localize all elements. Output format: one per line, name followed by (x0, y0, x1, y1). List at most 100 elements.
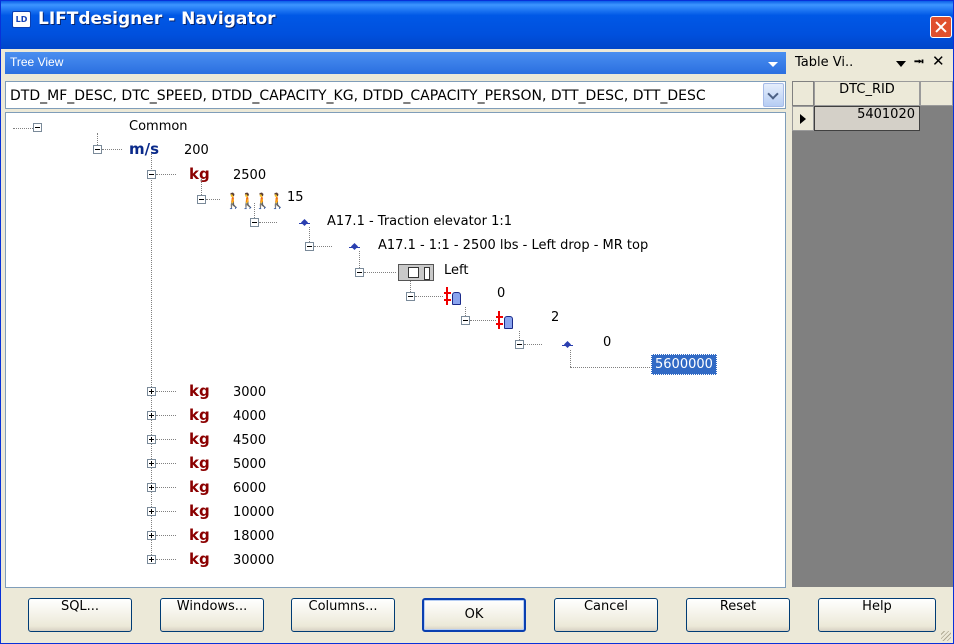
ok-button[interactable]: OK (422, 598, 526, 632)
tree-node-capacity[interactable]: 4500 (233, 433, 266, 448)
pin-icon[interactable]: ⭲ (914, 53, 924, 75)
tree-node-capacity[interactable]: 3000 (233, 385, 266, 400)
fields-value: DTD_MF_DESC, DTC_SPEED, DTDD_CAPACITY_KG… (10, 88, 706, 104)
speed-unit-label: m/s (129, 140, 160, 158)
door-icon (398, 264, 434, 281)
window-title: LIFTdesigner - Navigator (38, 9, 276, 29)
cancel-button[interactable]: Cancel (554, 598, 658, 632)
tree-node-speed[interactable]: 200 (184, 143, 209, 158)
expand-icon[interactable] (147, 531, 156, 540)
tree-line (309, 227, 310, 242)
tree-line (156, 391, 176, 392)
collapse-icon[interactable] (33, 123, 42, 132)
resize-grip-icon[interactable] (941, 631, 951, 641)
tree-line (156, 174, 176, 175)
collapse-icon[interactable] (93, 145, 102, 154)
tree-line (206, 199, 220, 200)
tree-node-level-b[interactable]: 2 (551, 310, 559, 325)
table-grid[interactable]: DTC_RID 5401020 (792, 81, 953, 587)
capacity-unit-label: kg (189, 165, 210, 183)
tree-line (156, 415, 176, 416)
tree-view-header[interactable]: Tree View (5, 52, 786, 74)
tree-line (524, 344, 542, 345)
table-view-header[interactable]: Table Vi.. ⭲ ✕ (793, 52, 953, 74)
collapse-icon[interactable] (250, 218, 259, 227)
capacity-unit-label: kg (189, 382, 210, 400)
tree-line (410, 281, 411, 292)
table-cell[interactable]: 5401020 (814, 106, 920, 131)
collapse-icon[interactable] (147, 170, 156, 179)
tree-node-level-c[interactable]: 0 (603, 335, 611, 350)
tree-node-common[interactable]: Common (129, 119, 188, 134)
tree-node-level-a[interactable]: 0 (497, 286, 505, 301)
collapse-icon[interactable] (406, 292, 415, 301)
capacity-unit-label: kg (189, 478, 210, 496)
tree-line (156, 439, 176, 440)
elevator-car-icon (444, 287, 462, 307)
tree-node-type-2[interactable]: A17.1 - 1:1 - 2500 lbs - Left drop - MR … (378, 238, 648, 253)
tree-node-persons[interactable]: 15 (287, 190, 304, 205)
tree-view[interactable]: Common m/s 200 kg 2500 🚶🚶🚶🚶 15 A17.1 - T… (5, 112, 786, 588)
capacity-unit-label: kg (189, 430, 210, 448)
expand-icon[interactable] (147, 507, 156, 516)
tree-line (156, 487, 176, 488)
sql-button[interactable]: SQL... (28, 598, 132, 632)
tree-line (254, 203, 255, 218)
tree-line (156, 559, 176, 560)
fields-combobox[interactable]: DTD_MF_DESC, DTC_SPEED, DTDD_CAPACITY_KG… (5, 81, 786, 109)
elevator-car-icon (496, 311, 514, 331)
chevron-down-icon[interactable] (763, 83, 784, 107)
capacity-unit-label: kg (189, 550, 210, 568)
column-header-dtc-rid[interactable]: DTC_RID (814, 81, 920, 106)
current-row-icon (800, 114, 806, 124)
tree-line (102, 149, 122, 150)
tree-line (156, 535, 176, 536)
expand-icon[interactable] (147, 387, 156, 396)
collapse-icon[interactable] (515, 340, 524, 349)
expand-icon[interactable] (147, 483, 156, 492)
tree-node-capacity-2500[interactable]: 2500 (233, 168, 266, 183)
expand-icon[interactable] (147, 459, 156, 468)
collapse-icon[interactable] (305, 242, 314, 251)
tree-line (570, 367, 650, 368)
tree-node-capacity[interactable]: 10000 (233, 505, 274, 520)
tree-node-capacity[interactable]: 4000 (233, 409, 266, 424)
tree-node-door[interactable]: Left (444, 263, 468, 278)
tree-line (470, 320, 496, 321)
tree-line (519, 331, 520, 340)
collapse-icon[interactable] (461, 316, 470, 325)
collapse-icon[interactable] (197, 195, 206, 204)
tree-node-capacity[interactable]: 30000 (233, 553, 274, 568)
close-icon[interactable] (930, 16, 952, 38)
title-bar[interactable]: LD LIFTdesigner - Navigator (1, 1, 953, 49)
dropdown-arrow-icon[interactable] (768, 62, 778, 67)
column-header-blank (920, 81, 953, 106)
capacity-unit-label: kg (189, 454, 210, 472)
tree-line (314, 246, 332, 247)
close-icon[interactable]: ✕ (932, 52, 945, 70)
tree-line (156, 463, 176, 464)
tree-line (97, 133, 98, 145)
expand-icon[interactable] (147, 411, 156, 420)
expand-icon[interactable] (147, 555, 156, 564)
reset-button[interactable]: Reset (686, 598, 790, 632)
columns-button[interactable]: Columns... (291, 598, 395, 632)
tree-node-selected[interactable]: 5600000 (651, 354, 717, 375)
help-button[interactable]: Help (818, 598, 936, 632)
windows-button[interactable]: Windows... (160, 598, 264, 632)
tree-node-capacity[interactable]: 6000 (233, 481, 266, 496)
collapse-icon[interactable] (355, 268, 364, 277)
expand-icon[interactable] (147, 435, 156, 444)
capacity-unit-label: kg (189, 406, 210, 424)
tree-line (415, 296, 443, 297)
row-header[interactable] (792, 106, 814, 131)
tree-line (465, 307, 466, 316)
dropdown-arrow-icon[interactable] (896, 61, 906, 67)
tree-node-capacity[interactable]: 5000 (233, 457, 266, 472)
navigator-window: LD LIFTdesigner - Navigator Tree View DT… (0, 0, 954, 644)
tree-line (259, 222, 277, 223)
tree-node-capacity[interactable]: 18000 (233, 529, 274, 544)
tree-line (570, 350, 571, 367)
tree-node-type-1[interactable]: A17.1 - Traction elevator 1:1 (327, 214, 512, 229)
capacity-unit-label: kg (189, 526, 210, 544)
